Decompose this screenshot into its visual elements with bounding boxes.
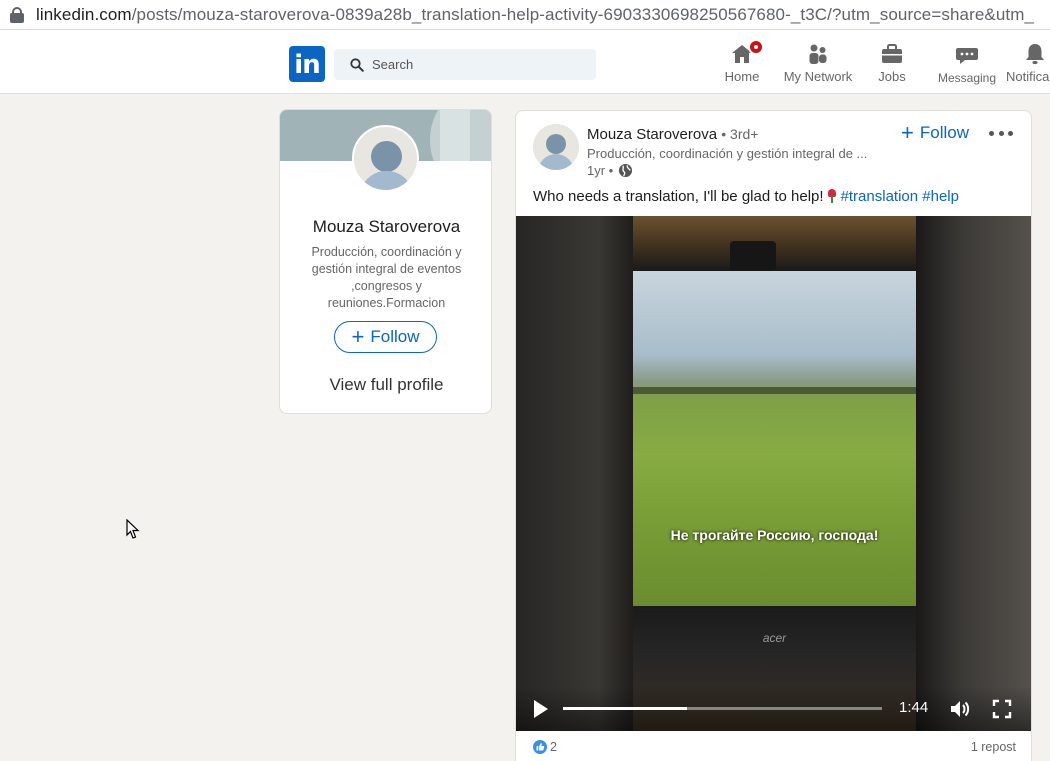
network-icon [806,42,830,66]
reposts-count[interactable]: 1 repost [971,740,1016,754]
post-text: Who needs a translation, I'll be glad to… [533,188,959,205]
nav-my-network-label: My Network [783,69,853,84]
post-follow-button[interactable]: + Follow [901,121,969,145]
view-full-profile-link[interactable]: View full profile [280,375,491,395]
more-options-icon[interactable] [989,128,1013,138]
nav-home[interactable]: Home [722,39,764,86]
nav-jobs-label: Jobs [878,69,906,84]
url-host: linkedin.com [36,4,132,24]
post-follow-label: Follow [919,123,969,142]
nav-notifications-label: Notifica [1006,69,1050,84]
post-timestamp: 1yr • [587,163,633,178]
video-controls: 1:44 [516,686,1031,731]
reactions-count[interactable]: 2 [550,740,557,754]
video-progress-fill [563,707,688,710]
nav-jobs[interactable]: Jobs [875,42,909,86]
video-subtitle: Не трогайте Россию, господа! [670,527,879,543]
nav-messaging-label: Messaging [937,71,997,85]
volume-icon[interactable] [949,699,971,719]
bell-icon [1006,42,1046,66]
post-time-text: 1yr • [587,163,614,178]
briefcase-icon [880,42,904,66]
avatar[interactable] [352,125,419,192]
profile-name[interactable]: Mouza Staroverova [280,217,491,237]
linkedin-logo[interactable]: in [289,46,325,82]
profile-headline: Producción, coordinación y gestión integ… [311,245,462,310]
url-text[interactable]: linkedin.com/posts/mouza-staroverova-083… [36,5,1034,25]
video-progress-bar[interactable] [563,707,882,710]
nav-notifications[interactable]: Notifica [1006,42,1050,86]
post-text-body: Who needs a translation, I'll be glad to… [533,188,824,205]
nav-my-network[interactable]: My Network [780,42,856,86]
plus-icon: + [351,324,365,349]
social-counts: 2 1 repost [516,736,1031,756]
video-duration: 1:44 [899,699,929,716]
search-box[interactable] [334,49,596,80]
hashtag-help[interactable]: #help [922,188,959,205]
video-player[interactable]: Не трогайте Россию, господа! acer 1:44 [516,216,1031,731]
post-author-name: Mouza Staroverova [587,126,718,143]
lock-icon [10,6,24,23]
feed-post: Mouza Staroverova • 3rd+ Producción, coo… [515,110,1032,761]
notification-badge [748,39,764,55]
plus-icon: + [901,120,914,145]
search-icon [350,57,364,72]
globe-icon [619,163,633,178]
messaging-icon [955,44,979,68]
url-path: /posts/mouza-staroverova-0839a28b_transl… [131,4,1035,24]
profile-card: Mouza Staroverova Producción, coordinaci… [279,109,492,414]
post-author-avatar[interactable] [533,124,579,170]
rose-emoji-icon [826,189,838,203]
connection-degree: • 3rd+ [721,126,759,142]
nav-home-label: Home [724,69,760,84]
profile-follow-label: Follow [370,327,420,346]
nav-messaging[interactable]: Messaging [935,44,999,88]
mouse-cursor-icon [126,519,140,539]
search-input[interactable] [372,57,572,72]
top-nav: in Home My Network Jobs Messaging Notifi [0,30,1050,94]
monitor-brand-logo: acer [762,631,787,645]
profile-follow-button[interactable]: + Follow [334,321,437,353]
video-frame: Не трогайте Россию, господа! acer [633,216,916,731]
webcam [730,241,776,271]
post-author-headline: Producción, coordinación y gestión integ… [587,146,867,161]
home-icon [730,39,764,66]
like-reaction-icon [533,740,547,754]
address-bar[interactable]: linkedin.com/posts/mouza-staroverova-083… [0,0,1050,30]
fullscreen-icon[interactable] [992,699,1012,719]
hashtag-translation[interactable]: #translation [841,188,919,205]
play-icon[interactable] [534,700,548,718]
post-author[interactable]: Mouza Staroverova • 3rd+ [587,126,758,143]
